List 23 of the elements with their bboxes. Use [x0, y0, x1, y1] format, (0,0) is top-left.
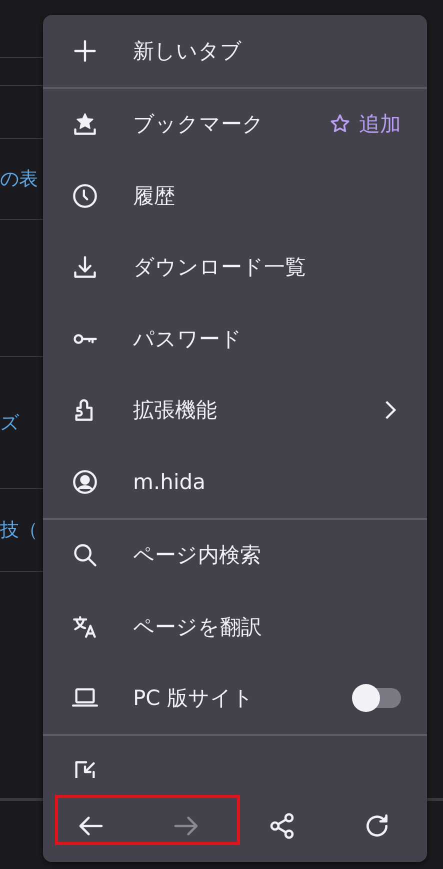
menu-item[interactable]: ダウンロード一覧 [43, 232, 427, 303]
page-link[interactable]: ズ [0, 410, 19, 436]
download-icon [72, 254, 98, 280]
add-bookmark-button[interactable]: 追加 [329, 110, 401, 138]
plus-icon [72, 38, 98, 64]
menu-item[interactable]: 新しいタブ [43, 15, 427, 86]
menu-item[interactable]: ページ内検索 [43, 520, 427, 591]
account-icon [72, 468, 98, 495]
menu-item[interactable]: パスワード [43, 303, 427, 374]
menu-item[interactable]: 履歴 [43, 160, 427, 232]
menu-item[interactable]: ブックマーク 追加 [43, 88, 427, 160]
add-to-home-icon [72, 758, 98, 778]
search-icon [72, 542, 98, 568]
page-link[interactable]: 技（ [0, 517, 38, 543]
menu-item[interactable]: ページを翻訳 [43, 591, 427, 662]
star-tray-icon [72, 111, 98, 138]
clock-icon [72, 182, 98, 209]
menu-item[interactable]: 拡張機能 [43, 374, 427, 446]
translate-icon [72, 614, 98, 640]
menu-item[interactable]: m.hida [43, 446, 427, 518]
share-icon [268, 812, 296, 840]
page-link[interactable]: の表 [0, 166, 38, 192]
menu-item[interactable]: PC 版サイト [43, 662, 427, 734]
